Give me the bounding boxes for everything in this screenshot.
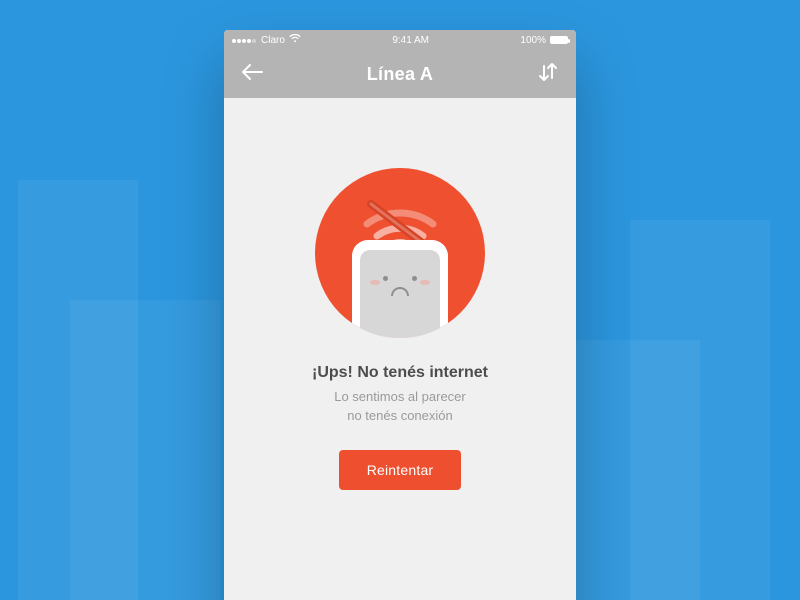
battery-icon: [550, 36, 568, 44]
phone-frame: Claro 9:41 AM 100% Línea A: [224, 30, 576, 600]
nav-title: Línea A: [367, 64, 433, 85]
back-button[interactable]: [238, 60, 266, 88]
status-bar: Claro 9:41 AM 100%: [224, 30, 576, 50]
wifi-icon: [289, 34, 301, 46]
swap-arrows-icon: [537, 62, 559, 87]
no-internet-illustration: [315, 168, 485, 338]
sad-phone-icon: [352, 240, 448, 338]
error-screen: ¡Ups! No tenés internet Lo sentimos al p…: [224, 98, 576, 600]
error-title: ¡Ups! No tenés internet: [312, 364, 488, 382]
battery-percent: 100%: [520, 35, 546, 46]
clock: 9:41 AM: [392, 35, 429, 46]
back-arrow-icon: [241, 64, 263, 85]
nav-bar: Línea A: [224, 50, 576, 98]
error-subtitle: Lo sentimos al parecer no tenés conexión: [334, 388, 466, 426]
carrier-label: Claro: [261, 35, 285, 46]
signal-icon: [232, 35, 257, 46]
swap-direction-button[interactable]: [534, 60, 562, 88]
retry-button[interactable]: Reintentar: [339, 450, 462, 490]
